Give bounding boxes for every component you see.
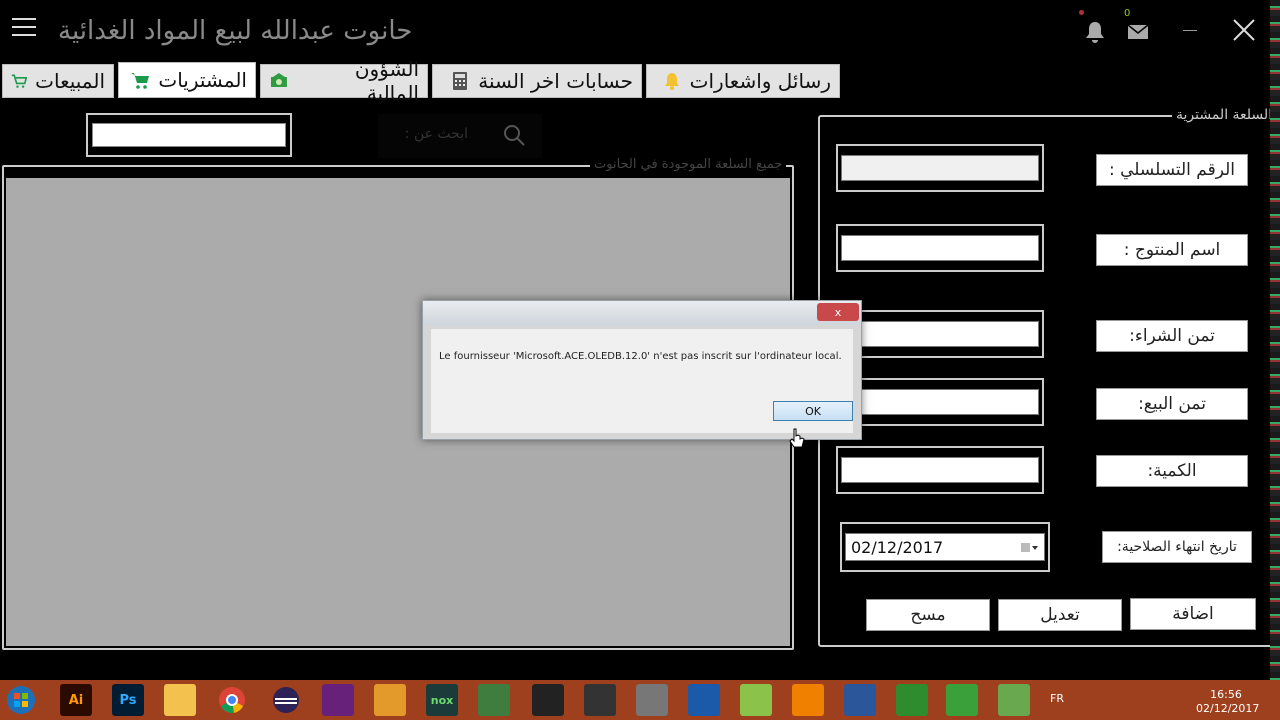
dialog-close-button[interactable]: x — [817, 303, 859, 321]
photoshop-icon[interactable]: Ps — [112, 684, 144, 716]
chrome-icon[interactable] — [216, 684, 248, 716]
clock-date: 02/12/2017 — [1196, 702, 1260, 715]
bell-icon — [664, 73, 679, 90]
calendar-dropdown-icon[interactable] — [1020, 541, 1038, 555]
products-group-label: جميع السلعة الموجودة في الحانوت — [590, 157, 787, 172]
edit-button[interactable]: تعديل — [998, 599, 1122, 631]
product-name-box — [836, 224, 1044, 272]
product-name-input[interactable] — [841, 235, 1039, 261]
language-indicator[interactable]: FR — [1050, 692, 1064, 705]
dialog-message: Le fournisseur 'Microsoft.ACE.OLEDB.12.0… — [439, 351, 842, 362]
message-count-badge: 0 — [1124, 8, 1131, 19]
word-icon[interactable] — [844, 684, 876, 716]
search-icon[interactable] — [502, 123, 526, 147]
title-bar: حانوت عبدالله لبيع المواد الغدائية 0 — [0, 0, 1280, 64]
taskbar-clock[interactable]: 16:56 02/12/2017 — [1196, 688, 1260, 716]
tab-year-end-accounts[interactable]: حسابات اخر السنة — [432, 64, 642, 98]
money-icon — [270, 73, 287, 87]
tab-label: المبيعات — [35, 69, 105, 93]
clock-time: 16:56 — [1210, 688, 1242, 701]
sale-price-box — [836, 378, 1044, 426]
purchase-price-box — [836, 310, 1044, 358]
windows-logo-icon — [7, 686, 35, 714]
search-box[interactable]: ابحث عن : — [378, 114, 542, 158]
quantity-box — [836, 446, 1044, 494]
notepad-plus-icon[interactable] — [740, 684, 772, 716]
tab-messages-notifications[interactable]: رسائل واشعارات — [646, 64, 840, 98]
app-square-icon[interactable] — [584, 684, 616, 716]
unity-icon[interactable] — [532, 684, 564, 716]
sql-icon[interactable] — [636, 684, 668, 716]
app-green-icon[interactable] — [998, 684, 1030, 716]
dialog-body: Le fournisseur 'Microsoft.ACE.OLEDB.12.0… — [431, 329, 853, 433]
taskbar: Ai Ps nox — [0, 680, 1280, 720]
product-name-label: اسم المنتوج : — [1096, 234, 1248, 266]
sale-price-label: تمن البيع: — [1096, 388, 1248, 420]
expiry-date-box: 02/12/2017 — [840, 522, 1050, 572]
minimize-button[interactable] — [1183, 30, 1197, 31]
dialog-ok-button[interactable]: OK — [773, 401, 853, 421]
package-icon[interactable] — [374, 684, 406, 716]
cart-icon — [11, 74, 28, 88]
nox-icon[interactable]: nox — [426, 684, 458, 716]
tab-label: الشؤون المالية — [354, 57, 419, 105]
mouse-pointer-icon — [789, 428, 805, 448]
calculator-icon — [453, 72, 468, 90]
dialog-title-bar — [423, 301, 861, 325]
delete-button[interactable]: مسح — [866, 599, 990, 631]
search-placeholder: ابحث عن : — [404, 126, 468, 142]
app-window: حانوت عبدالله لبيع المواد الغدائية 0 الم… — [0, 0, 1280, 680]
shopping-cart-icon — [131, 73, 150, 89]
vlc-icon[interactable] — [792, 684, 824, 716]
android-studio-icon[interactable] — [478, 684, 510, 716]
notification-dot — [1079, 10, 1084, 15]
main-tabs: المبيعات المشتريات الشؤون المالية حسابات… — [0, 57, 1280, 105]
tab-sales[interactable]: المبيعات — [2, 64, 114, 98]
quantity-input[interactable] — [841, 457, 1039, 483]
tab-label: رسائل واشعارات — [689, 69, 831, 93]
file-explorer-icon[interactable] — [164, 684, 196, 716]
close-window-icon[interactable] — [1232, 18, 1256, 42]
app-title: حانوت عبدالله لبيع المواد الغدائية — [58, 16, 413, 46]
eclipse-icon[interactable] — [270, 684, 302, 716]
purchase-form-label: السلعة المشترية — [1172, 107, 1277, 123]
tab-finance[interactable]: الشؤون المالية — [260, 57, 428, 105]
expiry-date-label: تاريخ انتهاء الصلاحية: — [1102, 531, 1252, 563]
serial-number-input[interactable] — [841, 155, 1039, 181]
mail-icon[interactable] — [1127, 22, 1149, 42]
virtualbox-icon[interactable] — [688, 684, 720, 716]
expiry-date-value: 02/12/2017 — [851, 537, 944, 557]
quantity-display-field[interactable] — [92, 123, 286, 147]
illustrator-icon[interactable]: Ai — [60, 684, 92, 716]
bell-icon[interactable] — [1084, 20, 1106, 44]
quantity-label: الكمية: — [1096, 455, 1248, 487]
add-button[interactable]: اضافة — [1130, 598, 1256, 630]
visual-studio-icon[interactable] — [322, 684, 354, 716]
purchase-price-input[interactable] — [841, 321, 1039, 347]
error-message-dialog: x Le fournisseur 'Microsoft.ACE.OLEDB.12… — [422, 300, 862, 440]
serial-number-label: الرقم التسلسلي : — [1096, 154, 1248, 186]
codeblocks-icon[interactable] — [946, 684, 978, 716]
codeblocks-c-icon[interactable] — [896, 684, 928, 716]
tab-label: حسابات اخر السنة — [478, 69, 633, 93]
start-button[interactable] — [2, 681, 40, 719]
sale-price-input[interactable] — [841, 389, 1039, 415]
expiry-date-picker[interactable]: 02/12/2017 — [845, 533, 1045, 561]
purchase-price-label: تمن الشراء: — [1096, 320, 1248, 352]
tab-label: المشتريات — [158, 68, 247, 92]
hamburger-menu-icon[interactable] — [12, 18, 36, 38]
quantity-display-box — [86, 113, 292, 157]
background-strip — [1270, 0, 1280, 680]
tab-purchases[interactable]: المشتريات — [118, 62, 256, 98]
serial-field-box — [836, 144, 1044, 192]
